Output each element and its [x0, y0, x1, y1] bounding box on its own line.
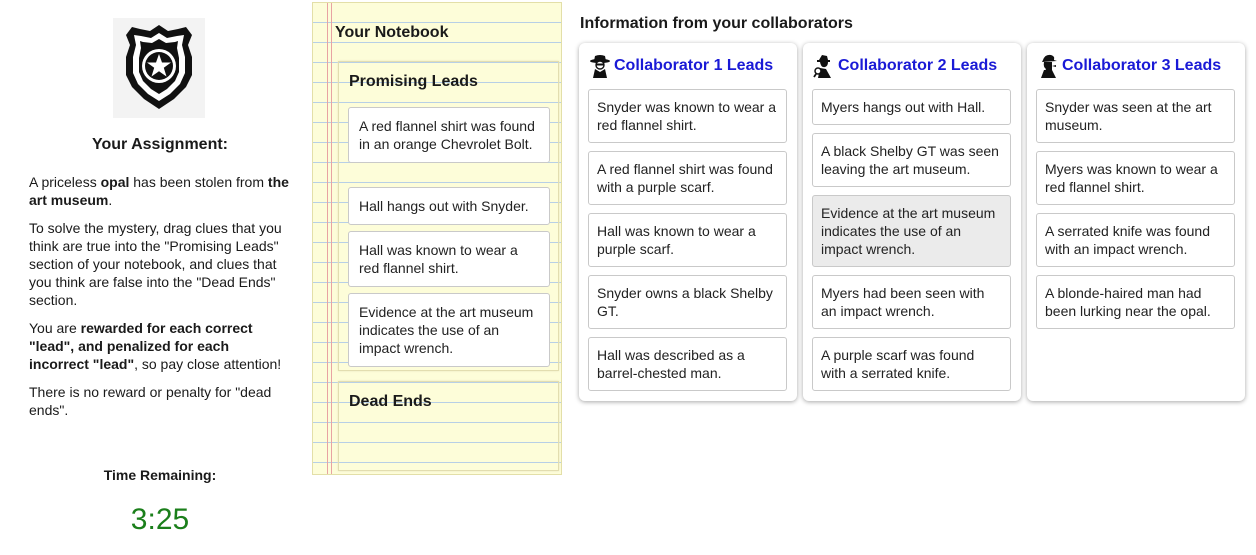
clue-card[interactable]: Myers was known to wear a red flannel sh…	[1036, 151, 1235, 205]
collaborator-2-header: Collaborator 2 Leads	[813, 54, 1015, 78]
collaborator-3-header: Collaborator 3 Leads	[1037, 54, 1239, 78]
clue-card[interactable]: Snyder owns a black Shelby GT.	[588, 275, 787, 329]
collaborators-title: Information from your collaborators	[580, 15, 853, 32]
collaborator-1-column: Collaborator 1 Leads Snyder was known to…	[579, 43, 797, 401]
clue-card[interactable]: Hall was known to wear a purple scarf.	[588, 213, 787, 267]
clue-card[interactable]: Hall was described as a barrel-chested m…	[588, 337, 787, 391]
clue-card[interactable]: A serrated knife was found with an impac…	[1036, 213, 1235, 267]
assignment-note: There is no reward or penalty for "dead …	[29, 384, 272, 418]
sherlock-silhouette-icon	[1041, 54, 1057, 78]
lead-card[interactable]: Hall was known to wear a red flannel shi…	[348, 231, 550, 287]
dead-ends-title: Dead Ends	[349, 393, 432, 410]
clue-card[interactable]: Myers hangs out with Hall.	[812, 89, 1011, 125]
lead-card[interactable]: Hall hangs out with Snyder.	[348, 187, 550, 225]
collaborator-1-header: Collaborator 1 Leads	[589, 54, 791, 78]
police-badge-icon	[126, 25, 192, 109]
assignment-panel: Your Assignment: A priceless opal has be…	[29, 0, 291, 555]
notebook: Your Notebook Promising Leads A red flan…	[312, 2, 562, 475]
clue-card[interactable]: A blonde-haired man had been lurking nea…	[1036, 275, 1235, 329]
clue-card-highlighted[interactable]: Evidence at the art museum indicates the…	[812, 195, 1011, 267]
assignment-intro: A priceless opal has been stolen from th…	[29, 174, 289, 208]
lead-card[interactable]: A red flannel shirt was found in an oran…	[348, 107, 550, 163]
notebook-margin-line	[331, 3, 332, 474]
detective-magnifier-icon	[813, 55, 831, 78]
spy-fedora-icon	[590, 55, 610, 78]
assignment-title: Your Assignment:	[91, 136, 228, 153]
clue-card[interactable]: Myers had been seen with an impact wrenc…	[812, 275, 1011, 329]
countdown-timer: 3:25	[130, 503, 190, 536]
assignment-reward: You are rewarded for each correct "lead"…	[29, 320, 282, 372]
lead-card[interactable]: Evidence at the art museum indicates the…	[348, 293, 550, 367]
collaborator-1-name: Collaborator 1 Leads	[614, 57, 774, 74]
badge-image	[113, 18, 205, 118]
clue-card[interactable]: A purple scarf was found with a serrated…	[812, 337, 1011, 391]
collaborator-3-name: Collaborator 3 Leads	[1062, 57, 1222, 74]
promising-leads-dropzone[interactable]: Promising Leads A red flannel shirt was …	[338, 61, 559, 371]
clue-card[interactable]: Snyder was known to wear a red flannel s…	[588, 89, 787, 143]
collaborator-2-column: Collaborator 2 Leads Myers hangs out wit…	[803, 43, 1021, 401]
assignment-text: A priceless opal has been stolen from th…	[29, 173, 291, 429]
notebook-margin-line	[327, 3, 328, 474]
notebook-title: Your Notebook	[335, 24, 449, 41]
clue-card[interactable]: A red flannel shirt was found with a pur…	[588, 151, 787, 205]
assignment-instructions: To solve the mystery, drag clues that yo…	[29, 220, 282, 308]
collaborator-2-name: Collaborator 2 Leads	[838, 57, 998, 74]
collaborator-3-column: Collaborator 3 Leads Snyder was seen at …	[1027, 43, 1245, 401]
time-remaining-label: Time Remaining:	[103, 467, 217, 483]
promising-leads-title: Promising Leads	[349, 73, 478, 90]
dead-ends-dropzone[interactable]: Dead Ends	[338, 381, 559, 471]
clue-card[interactable]: Snyder was seen at the art museum.	[1036, 89, 1235, 143]
clue-card[interactable]: A black Shelby GT was seen leaving the a…	[812, 133, 1011, 187]
